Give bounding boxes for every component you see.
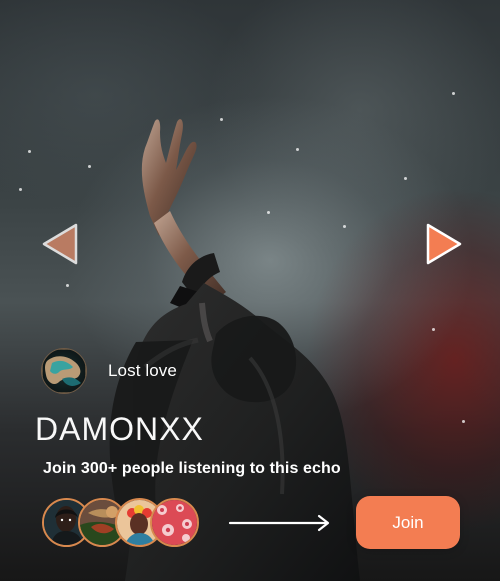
long-right-arrow-icon[interactable] [228,511,334,535]
artist-name: DAMONXX [35,411,204,447]
track-profile: Lost love [41,346,177,396]
particle [19,188,22,191]
listener-count-message: Join 300+ people listening to this echo [43,460,341,477]
track-title: Lost love [108,361,177,380]
particle [88,165,91,168]
particle [462,420,465,423]
particle [404,177,407,180]
particle [66,284,69,287]
particle [28,150,31,153]
listener-avatar-4[interactable] [150,498,199,547]
previous-track-button[interactable] [40,222,80,266]
album-cover-avatar[interactable] [41,348,87,394]
next-track-button[interactable] [424,222,464,266]
join-button[interactable]: Join [356,496,460,549]
particle [432,328,435,331]
concert-screen: Lost love DAMONXX Join 300+ people liste… [0,0,500,581]
particle [452,92,455,95]
listener-avatar-group [42,498,199,548]
